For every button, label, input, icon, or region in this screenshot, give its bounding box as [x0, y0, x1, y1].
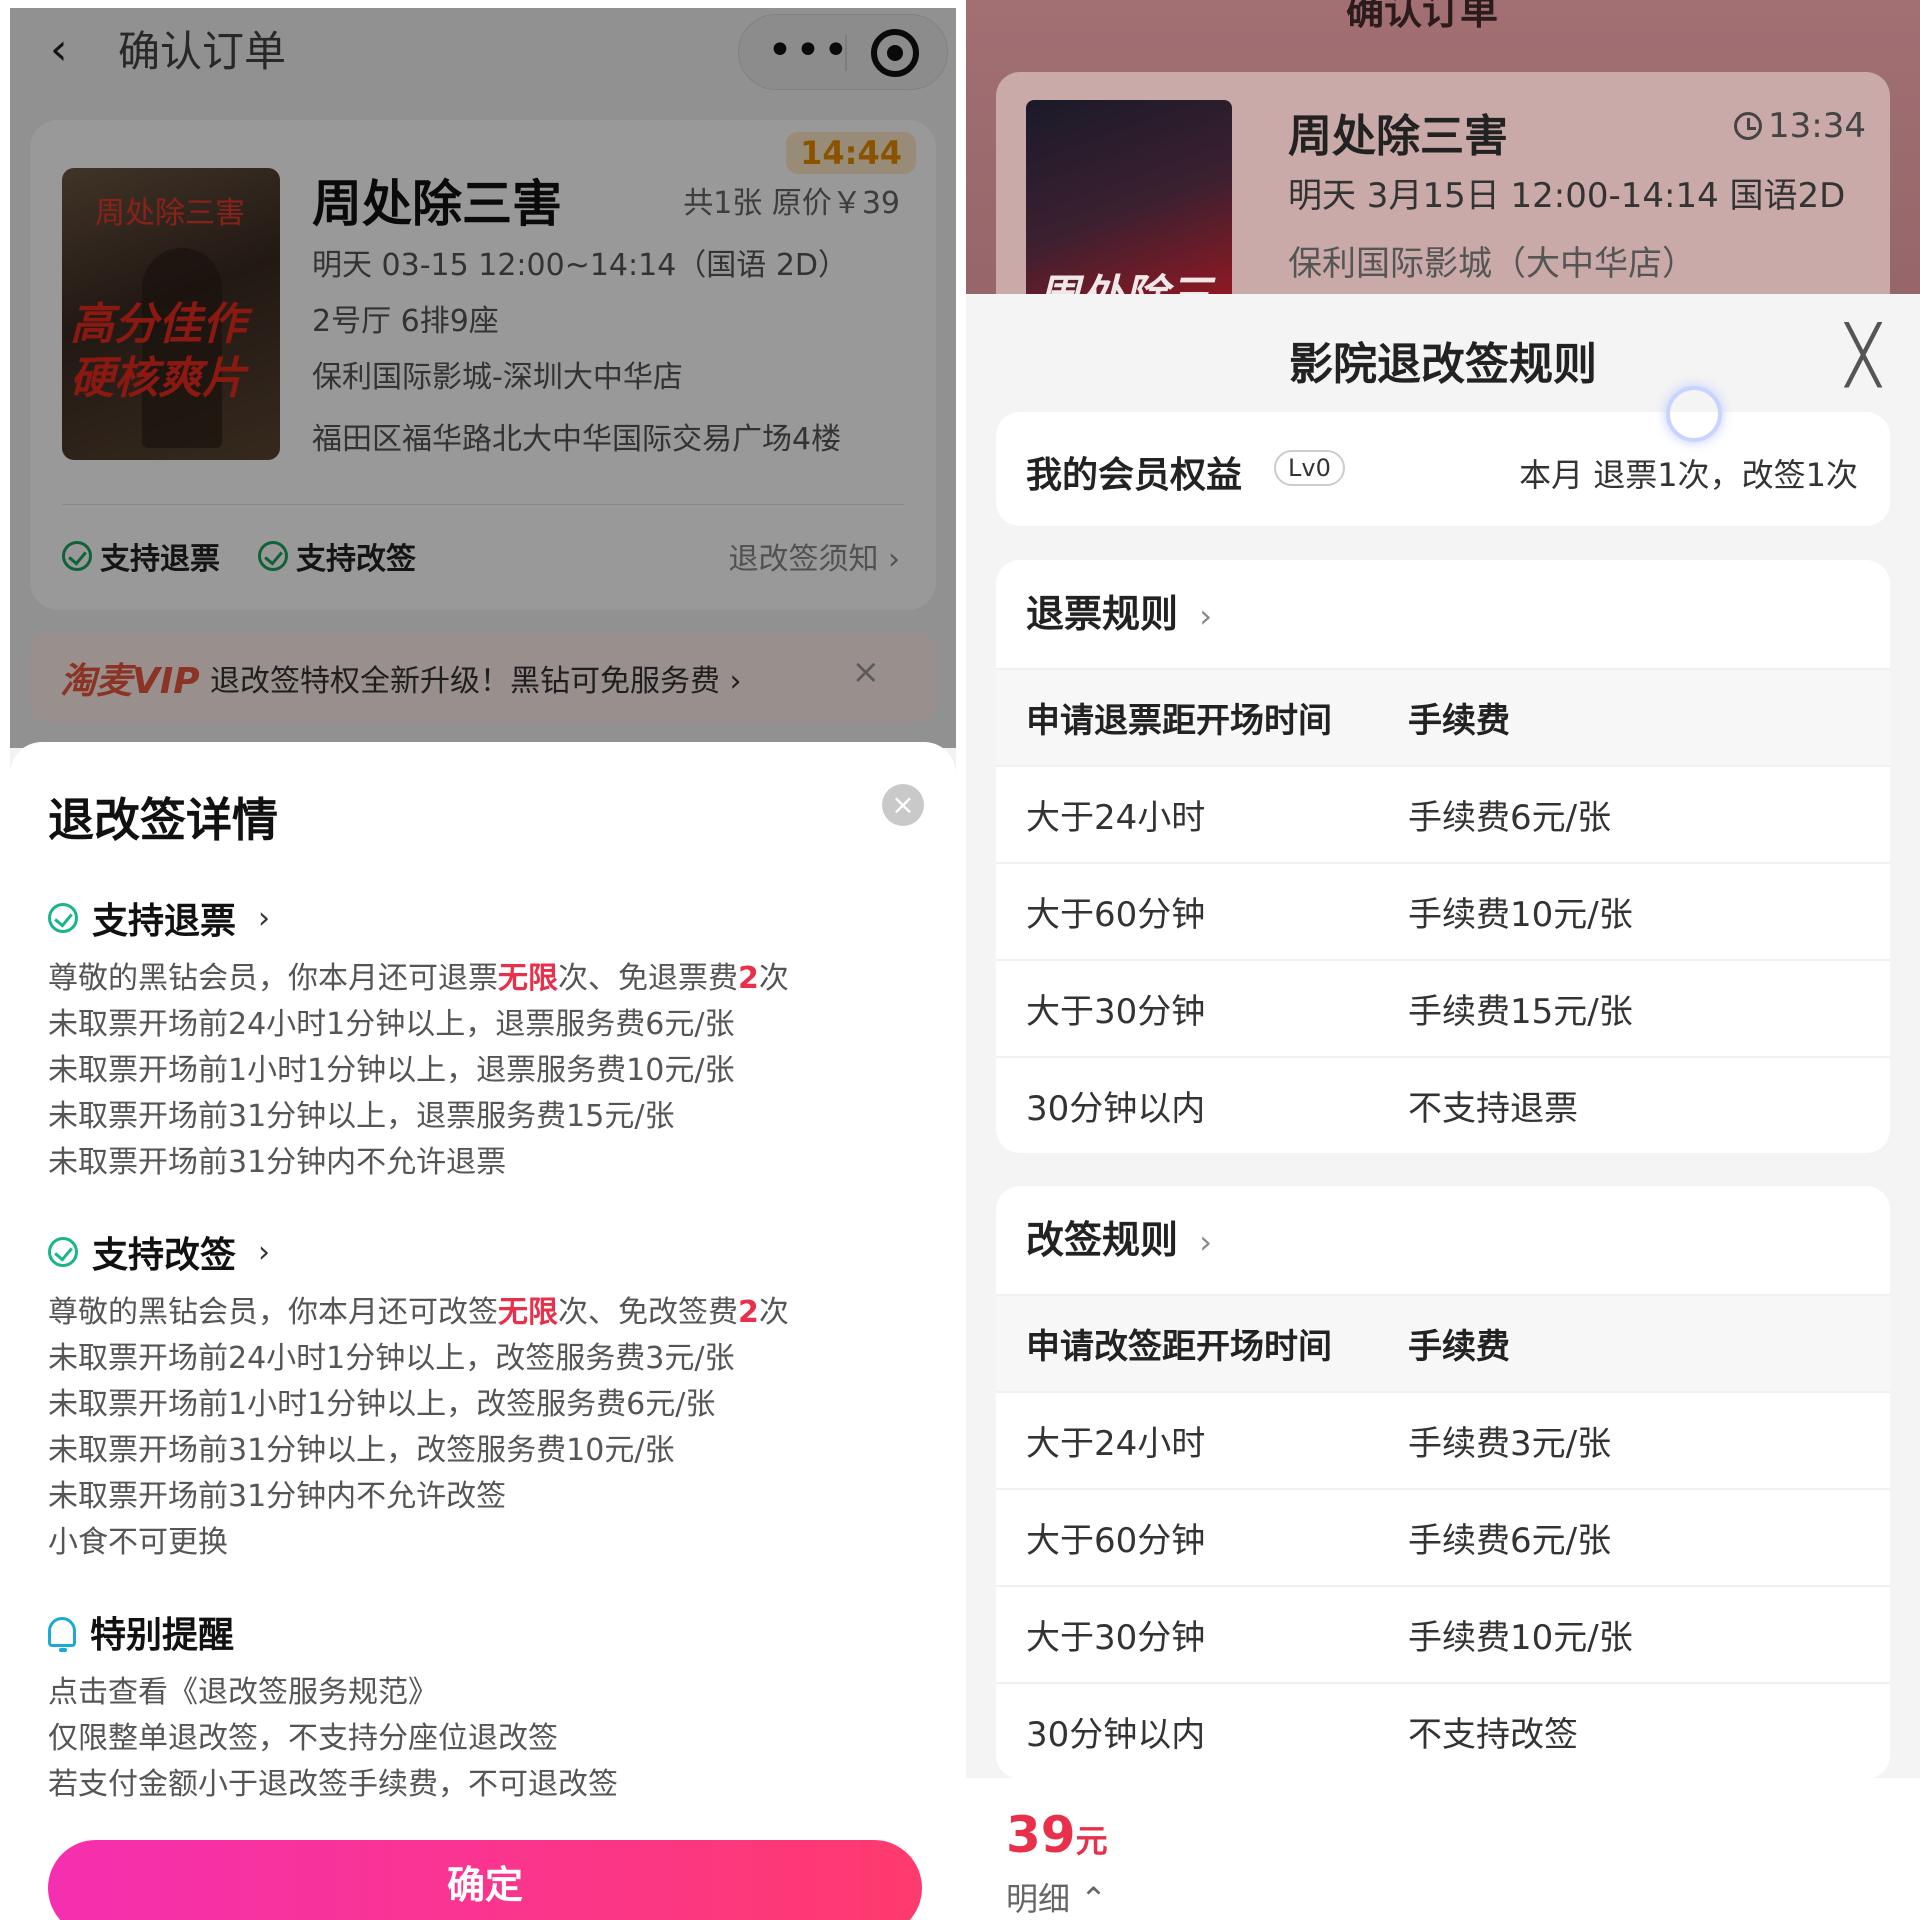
change-line: 小食不可更换: [48, 1525, 228, 1560]
check-circle-icon: [48, 1237, 78, 1267]
close-icon[interactable]: ╳: [1846, 328, 1880, 384]
chevron-right-icon: ›: [1199, 1223, 1213, 1261]
reminder-line: 若支付金额小于退改签手续费，不可退改签: [48, 1767, 618, 1802]
chevron-right-icon: ›: [258, 900, 271, 936]
refund-line: 未取票开场前31分钟内不允许退票: [48, 1145, 507, 1180]
refund-rules-table: 退票规则 › 申请退票距开场时间 手续费 大于24小时 手续费6元/张 大于60分钟…: [996, 560, 1890, 1153]
cinema-name: 保利国际影城（大中华店）: [1288, 244, 1696, 284]
table-row: 大于60分钟 手续费6元/张: [996, 1488, 1890, 1585]
table-header-row: 申请退票距开场时间 手续费: [996, 668, 1890, 765]
member-benefits-value: 本月 退票1次，改签1次: [1519, 456, 1858, 494]
change-intro: 尊敬的黑钻会员，你本月还可改签无限次、免改签费2次: [48, 1295, 789, 1330]
change-line: 未取票开场前24小时1分钟以上，改签服务费3元/张: [48, 1341, 735, 1376]
table-header-row: 申请改签距开场时间 手续费: [996, 1294, 1890, 1391]
service-spec-link[interactable]: 点击查看《退改签服务规范》: [48, 1670, 618, 1716]
price-detail-toggle[interactable]: 明细 ⌃: [1006, 1874, 1107, 1920]
page-title: 确认订单: [1346, 0, 1499, 33]
confirm-button[interactable]: 确定: [48, 1840, 922, 1920]
chevron-right-icon: ›: [1199, 597, 1213, 635]
change-section-title: 支持改签: [92, 1235, 237, 1276]
modal-overlay[interactable]: [10, 8, 956, 748]
total-price: 39元: [1006, 1806, 1108, 1864]
right-screenshot: 确认订单 周处除三害 周处除三害 13:34 明天 3月15日 12:00-14…: [966, 0, 1920, 1920]
change-rules-header[interactable]: 改签规则 ›: [996, 1186, 1890, 1294]
refund-line: 未取票开场前1小时1分钟以上，退票服务费10元/张: [48, 1053, 735, 1088]
table-row: 大于24小时 手续费3元/张: [996, 1391, 1890, 1488]
table-row: 大于30分钟 手续费15元/张: [996, 959, 1890, 1056]
reminder-title: 特别提醒: [90, 1615, 235, 1656]
touch-indicator: [1666, 386, 1722, 442]
left-screenshot: ‹ 确认订单 ••• 14:44 周处除三害 高分佳作 硬核爽片 周处除三害 共…: [0, 0, 966, 1920]
change-section-header[interactable]: 支持改签 ›: [48, 1226, 270, 1278]
refund-section-title: 支持退票: [92, 901, 237, 942]
bell-icon: [48, 1617, 76, 1652]
change-rules-title: 改签规则: [1026, 1218, 1179, 1262]
refund-intro: 尊敬的黑钻会员，你本月还可退票无限次、免退票费2次: [48, 961, 789, 996]
refund-rules-title: 退票规则: [1026, 592, 1179, 636]
member-level-badge: Lv0: [1274, 450, 1345, 486]
table-row: 30分钟以内 不支持改签: [996, 1682, 1890, 1779]
sheet-title: 影院退改签规则: [1289, 339, 1597, 390]
clock-icon: [1734, 112, 1763, 140]
table-row: 大于30分钟 手续费10元/张: [996, 1585, 1890, 1682]
change-rules: 尊敬的黑钻会员，你本月还可改签无限次、免改签费2次 未取票开场前24小时1分钟以…: [48, 1290, 789, 1566]
table-row: 大于24小时 手续费6元/张: [996, 765, 1890, 862]
bottom-price-bar: 39元 明细 ⌃: [966, 1778, 1920, 1920]
timer-value: 13:34: [1768, 106, 1866, 146]
change-line: 未取票开场前1小时1分钟以上，改签服务费6元/张: [48, 1387, 716, 1422]
refund-change-sheet: 退改签详情 × 支持退票 › 尊敬的黑钻会员，你本月还可退票无限次、免退票费2次…: [10, 742, 956, 1920]
member-benefits-card: 我的会员权益 Lv0 本月 退票1次，改签1次: [996, 412, 1890, 526]
refund-rules-header[interactable]: 退票规则 ›: [996, 560, 1890, 668]
countdown-timer: 13:34: [1734, 106, 1866, 146]
refund-line: 未取票开场前31分钟以上，退票服务费15元/张: [48, 1099, 675, 1134]
refund-section-header[interactable]: 支持退票 ›: [48, 892, 270, 944]
reminder-section-header: 特别提醒: [48, 1606, 234, 1658]
refund-line: 未取票开场前24小时1分钟以上，退票服务费6元/张: [48, 1007, 735, 1042]
order-card: 周处除三害 周处除三害 13:34 明天 3月15日 12:00-14:14 国…: [996, 72, 1890, 322]
sheet-title: 退改签详情: [48, 793, 278, 847]
chevron-right-icon: ›: [258, 1234, 271, 1270]
check-circle-icon: [48, 903, 78, 933]
movie-name: 周处除三害: [1288, 111, 1508, 162]
dimmed-header: 确认订单 周处除三害 周处除三害 13:34 明天 3月15日 12:00-14…: [966, 0, 1920, 322]
movie-poster: 周处除三害: [1026, 100, 1232, 320]
reminder-list: 点击查看《退改签服务规范》 仅限整单退改签，不支持分座位退改签 若支付金额小于退…: [48, 1670, 618, 1808]
cinema-rules-sheet: 影院退改签规则 ╳ 我的会员权益 Lv0 本月 退票1次，改签1次 退票规则 ›…: [966, 294, 1920, 1920]
show-time: 明天 3月15日 12:00-14:14 国语2D: [1288, 176, 1846, 216]
change-line: 未取票开场前31分钟以上，改签服务费10元/张: [48, 1433, 675, 1468]
change-rules-table: 改签规则 › 申请改签距开场时间 手续费 大于24小时 手续费3元/张 大于60分钟…: [996, 1186, 1890, 1779]
member-benefits-label: 我的会员权益: [1026, 455, 1243, 496]
table-row: 30分钟以内 不支持退票: [996, 1056, 1890, 1153]
change-line: 未取票开场前31分钟内不允许改签: [48, 1479, 507, 1514]
refund-rules: 尊敬的黑钻会员，你本月还可退票无限次、免退票费2次 未取票开场前24小时1分钟以…: [48, 956, 789, 1186]
close-icon[interactable]: ×: [882, 784, 924, 826]
table-row: 大于60分钟 手续费10元/张: [996, 862, 1890, 959]
reminder-line: 仅限整单退改签，不支持分座位退改签: [48, 1721, 558, 1756]
